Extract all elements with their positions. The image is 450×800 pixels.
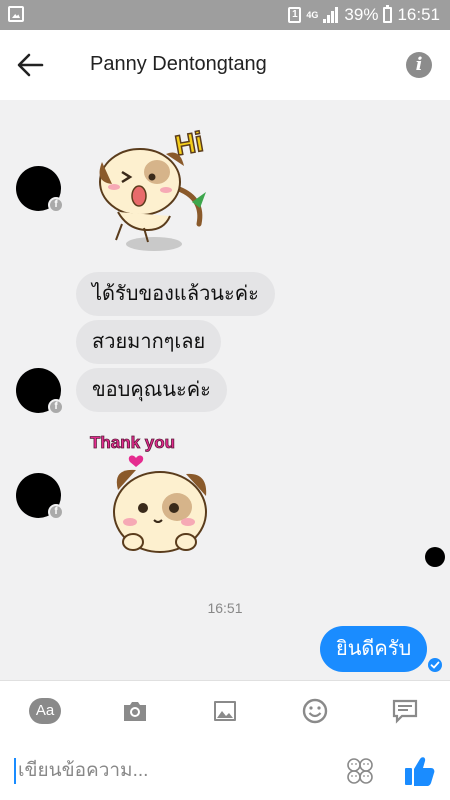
battery-percent: 39% bbox=[344, 5, 379, 24]
facebook-badge-icon: f bbox=[48, 197, 64, 213]
back-arrow-icon[interactable] bbox=[14, 50, 46, 80]
message-timestamp: 16:51 bbox=[207, 600, 243, 616]
avatar[interactable]: f bbox=[16, 166, 64, 213]
delivered-check-icon bbox=[428, 658, 442, 672]
like-thumb-icon[interactable] bbox=[403, 754, 437, 788]
gallery-notification-icon bbox=[8, 6, 24, 22]
message-list[interactable]: f Hi ได้รับของแล้วนะค่ะ สวยมากๆเลย ขอบคุ… bbox=[0, 100, 450, 680]
received-message[interactable]: สวยมากๆเลย bbox=[76, 320, 222, 364]
info-icon[interactable]: i bbox=[406, 52, 432, 78]
reply-icon[interactable] bbox=[388, 695, 422, 727]
avatar[interactable]: f bbox=[16, 368, 64, 415]
clock: 16:51 bbox=[397, 5, 440, 24]
thank-you-sticker[interactable]: Thank you bbox=[88, 432, 218, 562]
received-message[interactable]: ขอบคุณนะค่ะ bbox=[76, 368, 227, 412]
facebook-badge-icon: f bbox=[48, 504, 64, 520]
read-receipt-avatar bbox=[425, 547, 445, 567]
text-format-button[interactable]: Aa bbox=[28, 695, 62, 727]
conversation-header: Panny Dentongtang i bbox=[0, 30, 450, 100]
signal-icon bbox=[323, 7, 339, 23]
status-indicators: 1 4G 39% 16:51 bbox=[288, 4, 440, 26]
sticker-thanks-text: Thank you bbox=[90, 433, 175, 452]
hi-sticker[interactable]: Hi bbox=[84, 124, 214, 254]
emoji-icon[interactable] bbox=[298, 695, 332, 727]
sent-message[interactable]: ยินดีครับ bbox=[320, 626, 428, 672]
image-icon[interactable] bbox=[208, 695, 242, 727]
text-format-label: Aa bbox=[29, 698, 61, 724]
status-bar: 1 4G 39% 16:51 bbox=[0, 0, 450, 30]
sim-icon: 1 bbox=[288, 7, 302, 23]
composer-toolbar: Aa bbox=[0, 680, 450, 740]
composer bbox=[0, 740, 450, 800]
contact-name[interactable]: Panny Dentongtang bbox=[90, 53, 267, 76]
sticker-icon[interactable] bbox=[345, 756, 375, 786]
camera-icon[interactable] bbox=[118, 695, 152, 727]
received-message[interactable]: ได้รับของแล้วนะค่ะ bbox=[76, 272, 275, 316]
network-type: 4G bbox=[306, 9, 319, 20]
avatar[interactable]: f bbox=[16, 473, 64, 520]
battery-icon bbox=[383, 5, 393, 23]
facebook-badge-icon: f bbox=[48, 399, 64, 415]
message-input[interactable] bbox=[14, 758, 334, 784]
